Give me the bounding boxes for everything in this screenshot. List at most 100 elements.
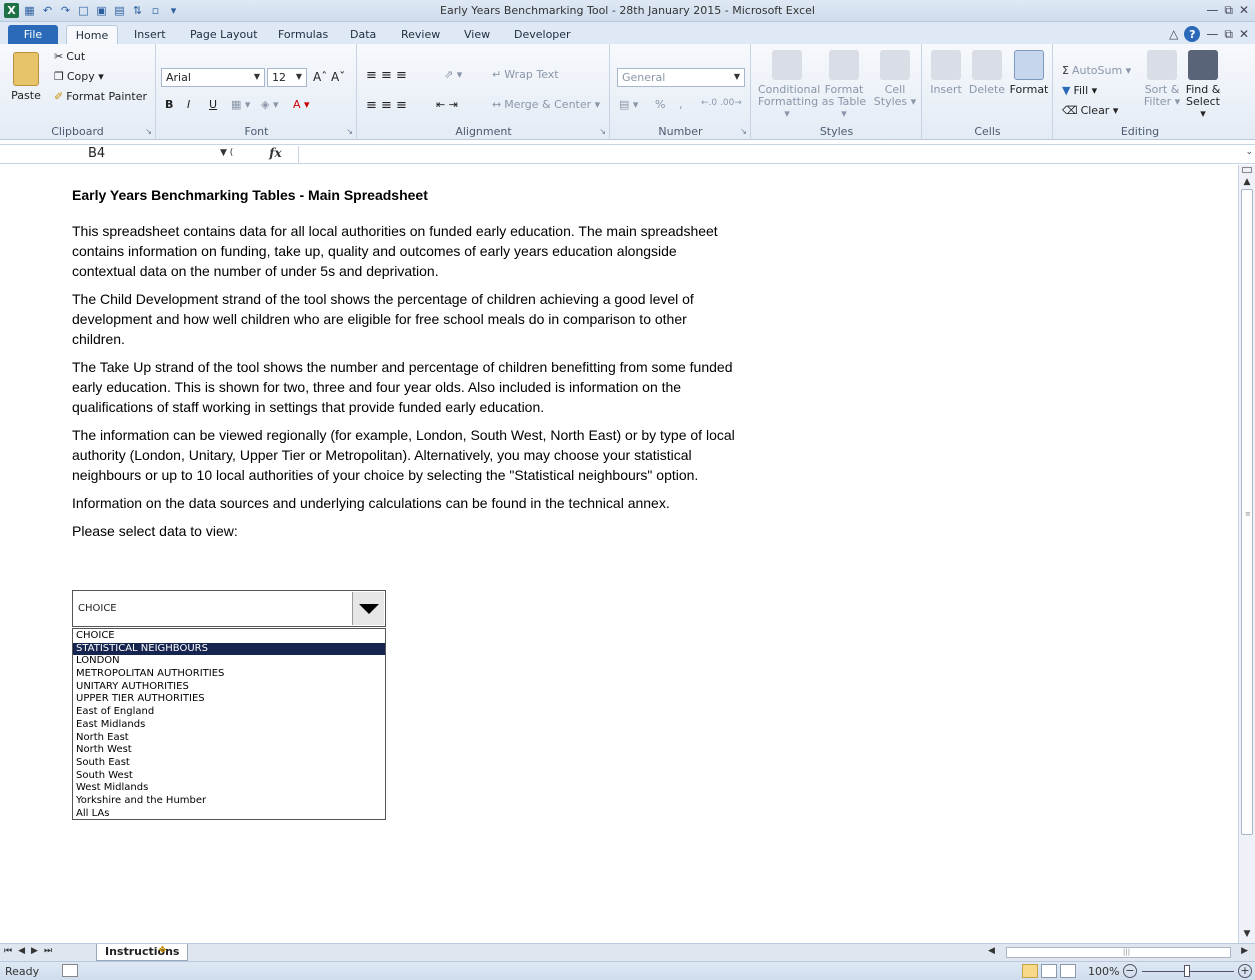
- decimal-icons[interactable]: ←.0 .00→: [701, 98, 742, 108]
- zoom-in-icon[interactable]: +: [1238, 964, 1252, 978]
- find-select-button[interactable]: Find & Select ▾: [1182, 50, 1224, 120]
- fill-color-button[interactable]: ◈ ▾: [261, 98, 278, 111]
- formula-input[interactable]: [298, 146, 1238, 163]
- tab-file[interactable]: File: [8, 25, 58, 44]
- dropdown-option-all-las[interactable]: All LAs: [73, 808, 385, 821]
- grow-font-button[interactable]: Aˆ Aˇ: [313, 70, 345, 84]
- prev-sheet-icon[interactable]: ◀: [18, 946, 25, 956]
- horizontal-scrollbar[interactable]: ◀ ||| ▶: [988, 946, 1250, 960]
- tab-data[interactable]: Data: [342, 25, 384, 44]
- borders-button[interactable]: ▦ ▾: [231, 98, 250, 111]
- data-selection-combobox[interactable]: CHOICE: [72, 590, 386, 627]
- dropdown-option-choice[interactable]: CHOICE: [73, 630, 385, 643]
- workbook-close-icon[interactable]: ✕: [1239, 27, 1249, 41]
- format-cells-button[interactable]: Format: [1009, 50, 1049, 96]
- dropdown-option-upper-tier-authorities[interactable]: UPPER TIER AUTHORITIES: [73, 693, 385, 706]
- minimize-ribbon-icon[interactable]: △: [1169, 27, 1178, 41]
- restore-icon[interactable]: ⧉: [1224, 3, 1233, 18]
- dropdown-option-east-of-england[interactable]: East of England: [73, 706, 385, 719]
- dropdown-option-yorkshire-and-the-humber[interactable]: Yorkshire and the Humber: [73, 795, 385, 808]
- format-as-table-button[interactable]: Format as Table ▾: [818, 50, 870, 120]
- dropdown-option-north-east[interactable]: North East: [73, 732, 385, 745]
- font-name-combo[interactable]: Arial ▼: [161, 68, 265, 87]
- number-format-combo[interactable]: General ▼: [617, 68, 745, 87]
- dropdown-option-statistical-neighbours[interactable]: STATISTICAL NEIGHBOURS: [73, 642, 385, 656]
- conditional-formatting-button[interactable]: Conditional Formatting ▾: [758, 50, 820, 120]
- scroll-right-icon[interactable]: ▶: [1241, 946, 1248, 956]
- indent-icon[interactable]: ⇤ ⇥: [436, 98, 458, 111]
- tab-formulas[interactable]: Formulas: [270, 25, 336, 44]
- dropdown-option-north-west[interactable]: North West: [73, 744, 385, 757]
- orientation-icon[interactable]: ⇗ ▾: [444, 68, 462, 81]
- dropdown-option-west-midlands[interactable]: West Midlands: [73, 782, 385, 795]
- percent-button[interactable]: %: [655, 98, 665, 111]
- combobox-dropdown-button[interactable]: [352, 592, 384, 625]
- format-painter-button[interactable]: ✐ Format Painter: [54, 90, 147, 103]
- sheet-tab-instructions[interactable]: Instructions: [96, 944, 189, 961]
- split-box-icon[interactable]: [1242, 167, 1252, 173]
- macro-recording-icon[interactable]: [62, 964, 78, 977]
- currency-button[interactable]: ▤ ▾: [619, 98, 638, 111]
- sort-filter-button[interactable]: Sort & Filter ▾: [1142, 50, 1182, 108]
- help-icon[interactable]: ?: [1184, 26, 1201, 42]
- close-icon[interactable]: ✕: [1239, 3, 1249, 18]
- tab-developer[interactable]: Developer: [506, 25, 579, 44]
- dropdown-option-london[interactable]: LONDON: [73, 655, 385, 668]
- underline-button[interactable]: U: [209, 98, 217, 111]
- insert-cells-button[interactable]: Insert: [927, 50, 965, 96]
- paste-button[interactable]: Paste: [6, 52, 46, 102]
- clipboard-launcher-icon[interactable]: ↘: [145, 127, 152, 136]
- font-launcher-icon[interactable]: ↘: [346, 127, 353, 136]
- workbook-minimize-icon[interactable]: —: [1206, 27, 1218, 41]
- scroll-left-icon[interactable]: ◀: [988, 946, 995, 956]
- workbook-restore-icon[interactable]: ⧉: [1224, 27, 1233, 42]
- name-box[interactable]: B4: [2, 146, 198, 163]
- worksheet[interactable]: Early Years Benchmarking Tables - Main S…: [0, 165, 1238, 943]
- autosum-button[interactable]: Σ AutoSum ▾: [1062, 64, 1131, 77]
- zoom-level[interactable]: 100%: [1088, 965, 1119, 978]
- italic-button[interactable]: I: [187, 98, 190, 111]
- comma-button[interactable]: ,: [679, 98, 683, 111]
- dropdown-option-south-west[interactable]: South West: [73, 770, 385, 783]
- vertical-scroll-thumb[interactable]: ≡: [1241, 189, 1253, 835]
- normal-view-icon[interactable]: [1022, 964, 1038, 978]
- tab-home[interactable]: Home: [66, 25, 118, 44]
- cell-styles-button[interactable]: Cell Styles ▾: [872, 50, 918, 108]
- expand-formula-bar-icon[interactable]: ⌄: [1245, 147, 1253, 157]
- cut-button[interactable]: ✂ Cut: [54, 50, 85, 63]
- merge-center-button[interactable]: ↔ Merge & Center ▾: [492, 98, 600, 111]
- tab-page-layout[interactable]: Page Layout: [182, 25, 266, 44]
- dropdown-option-east-midlands[interactable]: East Midlands: [73, 719, 385, 732]
- font-size-combo[interactable]: 12 ▼: [267, 68, 307, 87]
- scroll-up-icon[interactable]: ▲: [1239, 177, 1255, 187]
- clear-button[interactable]: ⌫ Clear ▾: [1062, 104, 1118, 117]
- dropdown-option-metropolitan-authorities[interactable]: METROPOLITAN AUTHORITIES: [73, 668, 385, 681]
- vertical-scrollbar[interactable]: ▲ ≡ ▼: [1238, 165, 1255, 943]
- delete-cells-button[interactable]: Delete: [967, 50, 1007, 96]
- dropdown-option-unitary-authorities[interactable]: UNITARY AUTHORITIES: [73, 681, 385, 694]
- zoom-out-icon[interactable]: −: [1123, 964, 1137, 978]
- fill-button[interactable]: ▼ Fill ▾: [1062, 84, 1097, 97]
- horizontal-scroll-thumb[interactable]: |||: [1006, 947, 1231, 958]
- font-color-button[interactable]: A ▾: [293, 98, 310, 111]
- bold-button[interactable]: B: [165, 98, 173, 111]
- wrap-text-button[interactable]: ↵ Wrap Text: [492, 68, 559, 81]
- number-launcher-icon[interactable]: ↘: [740, 127, 747, 136]
- tab-review[interactable]: Review: [393, 25, 448, 44]
- copy-button[interactable]: ❐ Copy ▾: [54, 70, 104, 83]
- insert-sheet-icon[interactable]: ❖: [158, 945, 167, 956]
- zoom-slider-thumb[interactable]: [1184, 965, 1190, 977]
- tab-view[interactable]: View: [456, 25, 498, 44]
- insert-function-icon[interactable]: fx: [269, 146, 281, 160]
- page-break-view-icon[interactable]: [1060, 964, 1076, 978]
- last-sheet-icon[interactable]: ⏭: [44, 946, 52, 956]
- align-left-icon[interactable]: ≡ ≡ ≡: [366, 98, 407, 113]
- next-sheet-icon[interactable]: ▶: [31, 946, 38, 956]
- first-sheet-icon[interactable]: ⏮: [4, 946, 12, 956]
- minimize-icon[interactable]: —: [1206, 3, 1218, 18]
- tab-insert[interactable]: Insert: [126, 25, 174, 44]
- name-box-dropdown-icon[interactable]: ▼ (: [220, 148, 233, 158]
- dropdown-option-south-east[interactable]: South East: [73, 757, 385, 770]
- align-top-icon[interactable]: ≡ ≡ ≡: [366, 68, 407, 83]
- alignment-launcher-icon[interactable]: ↘: [599, 127, 606, 136]
